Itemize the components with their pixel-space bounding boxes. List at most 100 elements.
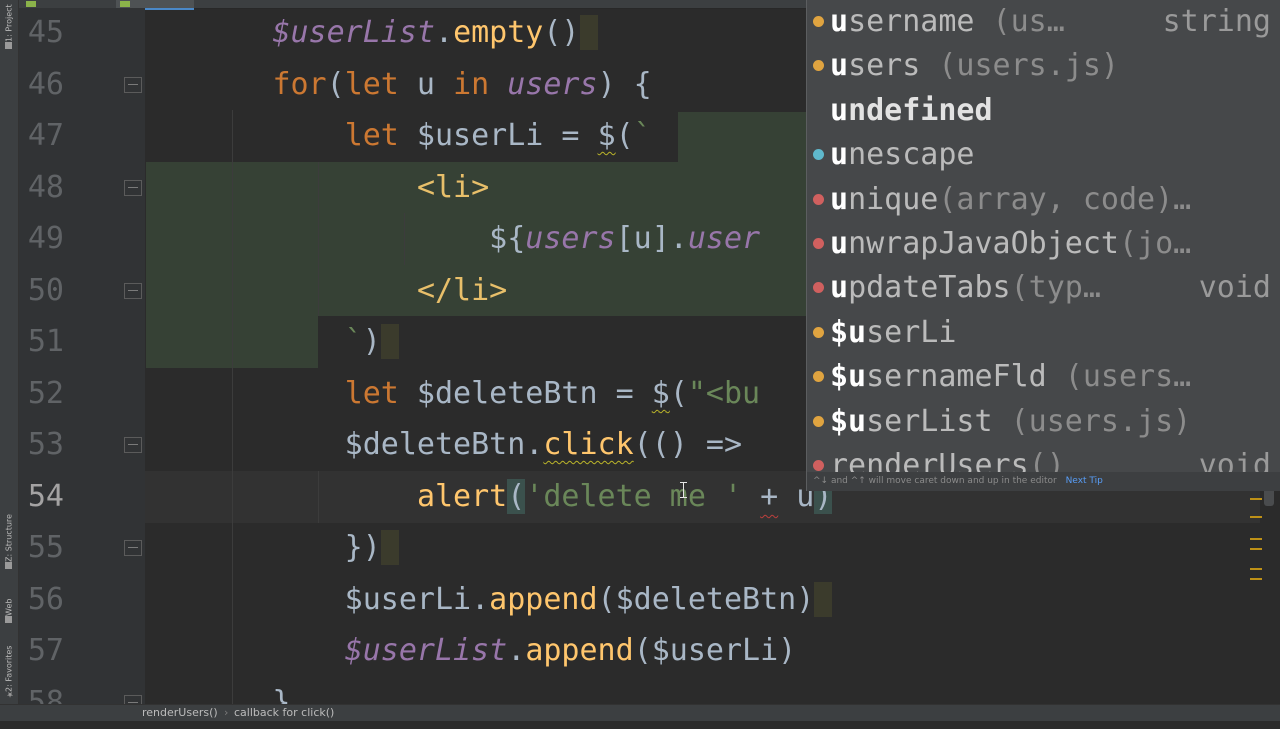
autocomplete-item[interactable]: renderUsers() void [807,444,1280,472]
template-literal-region [678,112,806,162]
autocomplete-item-match: u [830,225,849,261]
code-line-current[interactable]: alert('delete me ' + u) [146,471,833,523]
project-tool-tab[interactable]: 1: Project [1,4,17,52]
function-icon [813,459,824,471]
autocomplete-item[interactable]: users (users.js) [807,44,1280,88]
autocomplete-popup[interactable]: username (us… string users (users.js) undef… [806,0,1280,491]
autocomplete-item-label: sernameFld [866,359,1047,395]
autocomplete-item-label: ndefined [848,92,993,128]
code-line[interactable]: $userLi.append($deleteBtn) [146,574,833,626]
line-number: 50 [27,273,64,308]
fold-marker[interactable] [124,180,142,196]
autocomplete-item-label: nescape [848,137,975,173]
autocomplete-item[interactable]: $userLi [807,311,1280,355]
code-line[interactable]: } [146,677,290,729]
structure-tool-tab-label: Z: Structure [4,514,14,562]
project-tool-tab-label: 1: Project [4,4,14,42]
line-number: 57 [27,633,64,668]
autocomplete-list[interactable]: username (us… string users (users.js) undef… [807,0,1280,472]
code-line[interactable]: let $userLi = $(` [146,110,652,162]
autocomplete-item[interactable]: unwrapJavaObject(jo… [807,222,1280,266]
autocomplete-item[interactable]: username (us… string [807,0,1280,44]
error-stripe-mark[interactable] [1250,538,1262,540]
line-number: 52 [27,376,64,411]
fold-marker[interactable] [124,437,142,453]
function-icon [813,282,824,294]
autocomplete-item-match: $u [830,314,867,350]
autocomplete-item-match: u [830,137,849,173]
fold-marker[interactable] [124,283,142,299]
autocomplete-item-hint: (array, code)… [938,181,1192,217]
structure-tool-tab[interactable]: Z: Structure [1,500,17,572]
star-icon: ★ [5,690,15,699]
autocomplete-item-label: sername [848,4,975,39]
favorites-tool-tab-label: 2: Favorites [4,645,14,692]
breadcrumb-item[interactable]: renderUsers() [142,705,218,720]
code-line[interactable]: </li> [146,265,507,317]
autocomplete-item-hint: (jo… [1119,225,1192,261]
folder-icon [5,42,13,49]
line-number-current: 54 [27,479,64,514]
error-stripe-mark[interactable] [1250,498,1262,500]
autocomplete-item[interactable]: unique(array, code)… [807,178,1280,222]
variable-icon [813,415,824,427]
autocomplete-item-label: renderUsers [830,447,1029,472]
error-stripe-mark[interactable] [1250,578,1262,580]
fold-marker[interactable] [124,77,142,93]
line-number: 45 [27,15,64,50]
autocomplete-item-hint: (typ… [1010,270,1101,306]
variable-icon [813,60,824,72]
code-line[interactable]: for(let u in users) { [146,59,651,111]
code-line[interactable]: `) [146,316,399,368]
line-number: 51 [27,324,64,359]
line-number: 48 [27,170,64,205]
structure-icon [5,562,13,569]
autocomplete-item-hint: (users.js) [992,403,1192,439]
next-tip-link[interactable]: Next Tip [1066,476,1103,486]
function-icon [813,237,824,249]
line-number: 53 [27,427,64,462]
autocomplete-item-hint: () [1028,447,1065,472]
code-line[interactable]: }) [146,522,399,574]
autocomplete-item-label: nique [848,181,939,217]
web-tool-tab-label: Web [4,598,14,616]
autocomplete-item-label: sers [848,48,921,84]
autocomplete-item[interactable]: $usernameFld (users… [807,355,1280,399]
autocomplete-item-match: $u [830,403,867,439]
error-stripe-mark[interactable] [1250,568,1262,570]
autocomplete-item[interactable]: updateTabs(typ… void [807,266,1280,310]
tool-window-sidebar: 1: Project Z: Structure Web ★ 2: Favorit… [0,0,19,720]
code-line[interactable]: $deleteBtn.click(() => [146,419,742,471]
variable-icon [813,16,824,27]
web-tool-tab[interactable]: Web [1,586,17,626]
breadcrumb-bar: renderUsers() › callback for click() [0,704,1280,721]
autocomplete-item-match: u [830,270,849,306]
code-line[interactable]: <li> [146,162,489,214]
autocomplete-item[interactable]: undefined [807,89,1280,133]
line-number: 56 [27,582,64,617]
breadcrumb-item[interactable]: callback for click() [234,705,334,720]
code-line[interactable]: let $deleteBtn = $("<bu [146,368,760,420]
autocomplete-item-label: nwrapJavaObject [848,225,1119,261]
code-line[interactable]: $userList.empty() [146,7,598,59]
autocomplete-item[interactable]: $userList (users.js) [807,400,1280,444]
favorites-tool-tab[interactable]: ★ 2: Favorites [1,640,17,702]
autocomplete-item-match: u [830,181,849,217]
fold-marker[interactable] [124,540,142,556]
error-stripe-mark[interactable] [1250,516,1262,518]
code-line[interactable]: $userList.append($userLi) [146,625,797,677]
code-line[interactable]: ${users[u].user [146,213,760,265]
autocomplete-item-hint: (users… [1046,359,1192,395]
autocomplete-item[interactable]: unescape [807,133,1280,177]
error-stripe-mark[interactable] [1250,548,1262,550]
file-icon [120,1,130,7]
function-global-icon [813,149,824,161]
autocomplete-item-type: void [1198,447,1271,472]
line-number: 55 [27,530,64,565]
autocomplete-item-type: string [1162,4,1271,39]
autocomplete-item-match: $u [830,359,867,395]
line-number: 47 [27,118,64,153]
line-number: 58 [27,685,64,720]
autocomplete-item-hint: (us… [974,4,1065,39]
autocomplete-item-label: pdateTabs [848,270,1011,306]
